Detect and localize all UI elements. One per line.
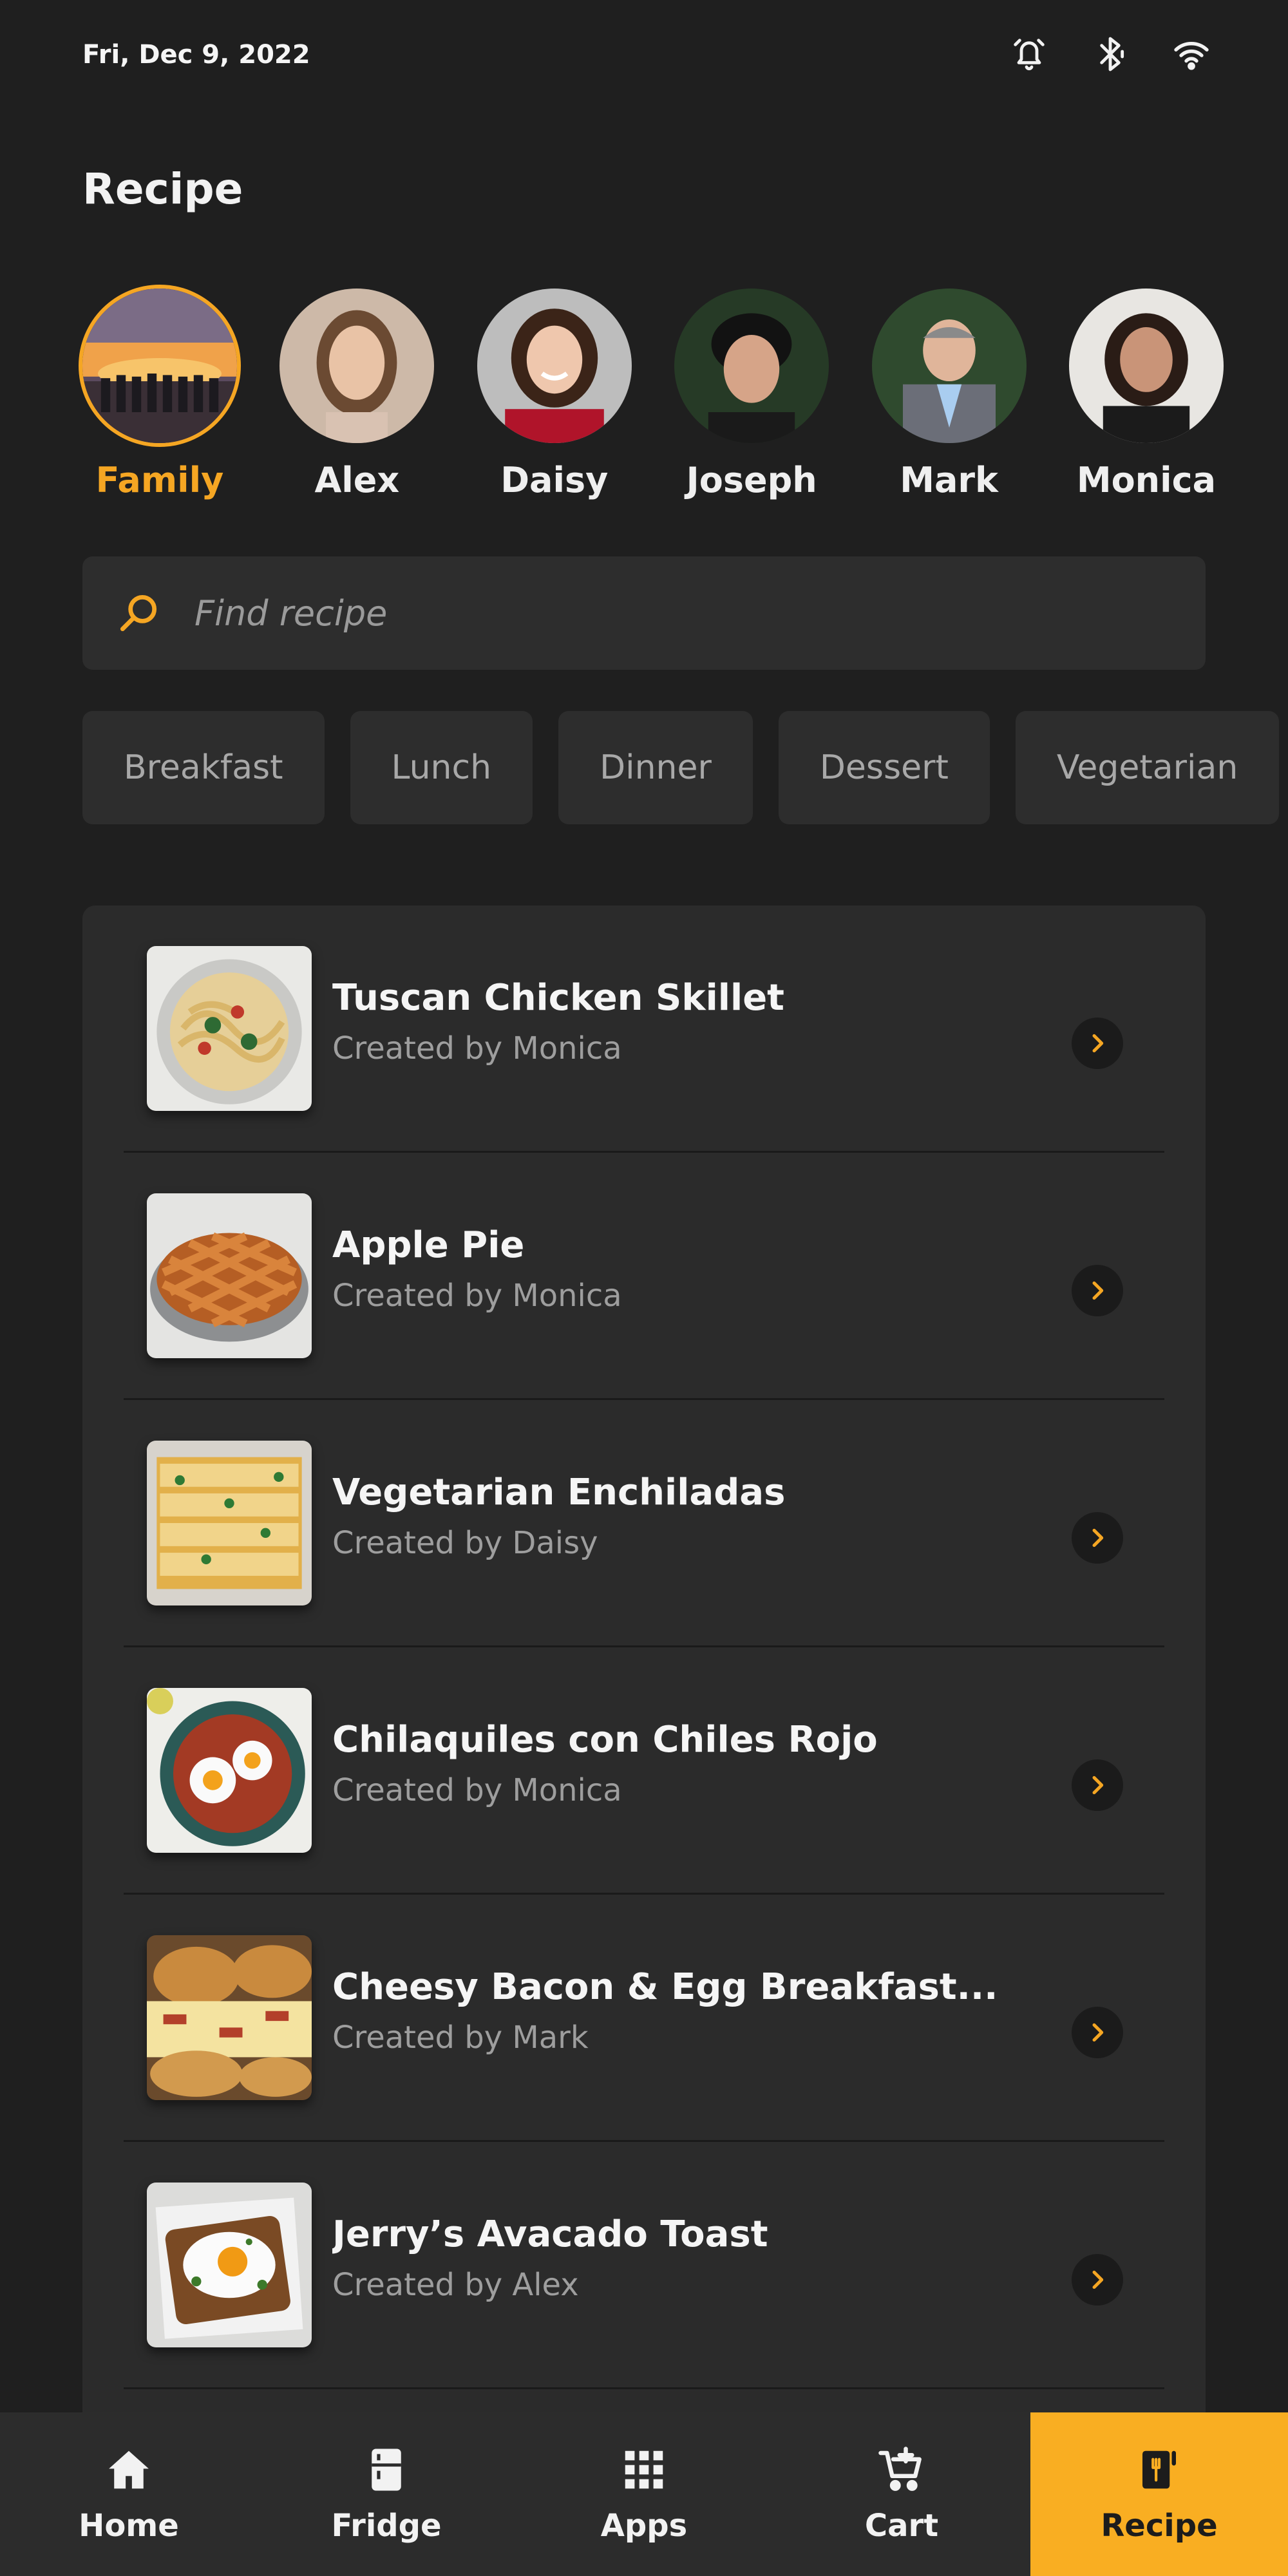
- avatar: [279, 289, 435, 443]
- page-title: Recipe: [82, 164, 243, 214]
- recipe-row[interactable]: Tuscan Chicken Skillet Created by Monica: [124, 905, 1164, 1153]
- bluetooth-icon: [1090, 33, 1131, 75]
- chevron-right-icon[interactable]: [1072, 1265, 1123, 1316]
- recipe-title: Chilaquiles con Chiles Rojo: [332, 1719, 878, 1761]
- nav-home[interactable]: Home: [0, 2412, 258, 2576]
- profile-monica[interactable]: Monica: [1068, 289, 1224, 500]
- recipe-thumbnail: [147, 945, 312, 1111]
- profile-selector: Family Alex Daisy Joseph Mark Monica: [82, 289, 1224, 500]
- recipe-row[interactable]: Vegetarian Enchiladas Created by Daisy: [124, 1400, 1164, 1647]
- nav-label: Cart: [864, 2508, 939, 2544]
- nav-label: Apps: [600, 2508, 688, 2544]
- recipe-info: Chilaquiles con Chiles Rojo Created by M…: [332, 1719, 1041, 1808]
- nav-label: Fridge: [331, 2508, 442, 2544]
- recipe-author: Created by Monica: [332, 1030, 622, 1066]
- recipe-info: Cheesy Bacon & Egg Breakfast... Created …: [332, 1966, 1041, 2056]
- recipe-thumbnail: [147, 1440, 312, 1605]
- chevron-right-icon[interactable]: [1072, 1512, 1123, 1564]
- status-icons: [1009, 33, 1212, 75]
- bottom-navigation: Home Fridge Apps Cart Recipe: [0, 2412, 1288, 2576]
- apps-grid-icon: [625, 2450, 663, 2489]
- recipe-row[interactable]: Cheesy Bacon & Egg Breakfast... Created …: [124, 1895, 1164, 2142]
- profile-name: Monica: [1076, 460, 1217, 500]
- recipe-title: Vegetarian Enchiladas: [332, 1472, 786, 1513]
- recipe-info: Apple Pie Created by Monica: [332, 1224, 1041, 1314]
- profile-mark[interactable]: Mark: [871, 289, 1027, 500]
- recipe-list: Tuscan Chicken Skillet Created by Monica…: [82, 905, 1206, 2451]
- chevron-right-icon[interactable]: [1072, 1018, 1123, 1069]
- recipe-thumbnail: [147, 1935, 312, 2100]
- recipe-row[interactable]: Chilaquiles con Chiles Rojo Created by M…: [124, 1647, 1164, 1895]
- recipe-title: Cheesy Bacon & Egg Breakfast...: [332, 1966, 998, 2008]
- cart-add-icon: [878, 2447, 922, 2491]
- chevron-right-icon[interactable]: [1072, 1759, 1123, 1811]
- recipe-info: Jerry’s Avacado Toast Created by Alex: [332, 2213, 1041, 2303]
- chip-lunch[interactable]: Lunch: [350, 711, 533, 824]
- search-bar[interactable]: [82, 556, 1206, 670]
- profile-name: Joseph: [686, 460, 817, 500]
- status-date: Fri, Dec 9, 2022: [82, 40, 310, 70]
- nav-label: Home: [79, 2508, 179, 2544]
- nav-cart[interactable]: Cart: [773, 2412, 1030, 2576]
- recipe-author: Created by Daisy: [332, 1525, 598, 1561]
- home-icon: [109, 2450, 149, 2489]
- recipe-screen: Fri, Dec 9, 2022 Recipe Family Alex Dais…: [0, 0, 1288, 2576]
- nav-label: Recipe: [1101, 2508, 1218, 2544]
- fridge-icon: [372, 2448, 401, 2491]
- chevron-right-icon[interactable]: [1072, 2007, 1123, 2058]
- wifi-icon: [1171, 33, 1212, 75]
- recipe-thumbnail: [147, 1193, 312, 1358]
- chip-dinner[interactable]: Dinner: [558, 711, 753, 824]
- recipe-title: Tuscan Chicken Skillet: [332, 977, 784, 1019]
- chip-breakfast[interactable]: Breakfast: [82, 711, 325, 824]
- profile-alex[interactable]: Alex: [279, 289, 435, 500]
- profile-name: Alex: [314, 460, 400, 500]
- recipe-info: Tuscan Chicken Skillet Created by Monica: [332, 977, 1041, 1066]
- nav-apps[interactable]: Apps: [515, 2412, 773, 2576]
- alarm-icon: [1009, 33, 1050, 75]
- avatar: [477, 289, 632, 443]
- recipe-title: Jerry’s Avacado Toast: [332, 2213, 768, 2255]
- category-chips: Breakfast Lunch Dinner Dessert Vegetaria…: [82, 711, 1280, 824]
- recipe-thumbnail: [147, 1687, 312, 1853]
- recipe-author: Created by Monica: [332, 1772, 622, 1808]
- nav-recipe[interactable]: Recipe: [1030, 2412, 1288, 2576]
- chip-dessert[interactable]: Dessert: [778, 711, 990, 824]
- profile-name: Mark: [900, 460, 998, 500]
- chevron-right-icon[interactable]: [1072, 2254, 1123, 2306]
- nav-fridge[interactable]: Fridge: [258, 2412, 515, 2576]
- recipe-row[interactable]: Apple Pie Created by Monica: [124, 1153, 1164, 1400]
- recipe-author: Created by Alex: [332, 2267, 579, 2303]
- profile-name: Family: [95, 460, 224, 500]
- recipe-author: Created by Monica: [332, 1278, 622, 1314]
- recipe-row[interactable]: Jerry’s Avacado Toast Created by Alex: [124, 2142, 1164, 2389]
- search-input[interactable]: [194, 592, 1096, 634]
- recipe-icon: [1142, 2450, 1176, 2489]
- chip-vegetarian[interactable]: Vegetarian: [1015, 711, 1280, 824]
- profile-name: Daisy: [500, 460, 609, 500]
- search-icon: [120, 594, 157, 632]
- avatar: [871, 289, 1027, 443]
- avatar: [1068, 289, 1224, 443]
- profile-daisy[interactable]: Daisy: [477, 289, 632, 500]
- profile-family[interactable]: Family: [82, 289, 237, 500]
- recipe-info: Vegetarian Enchiladas Created by Daisy: [332, 1472, 1041, 1561]
- profile-joseph[interactable]: Joseph: [674, 289, 829, 500]
- avatar: [82, 289, 237, 443]
- avatar: [674, 289, 829, 443]
- recipe-author: Created by Mark: [332, 2020, 589, 2056]
- recipe-title: Apple Pie: [332, 1224, 525, 1266]
- recipe-thumbnail: [147, 2182, 312, 2347]
